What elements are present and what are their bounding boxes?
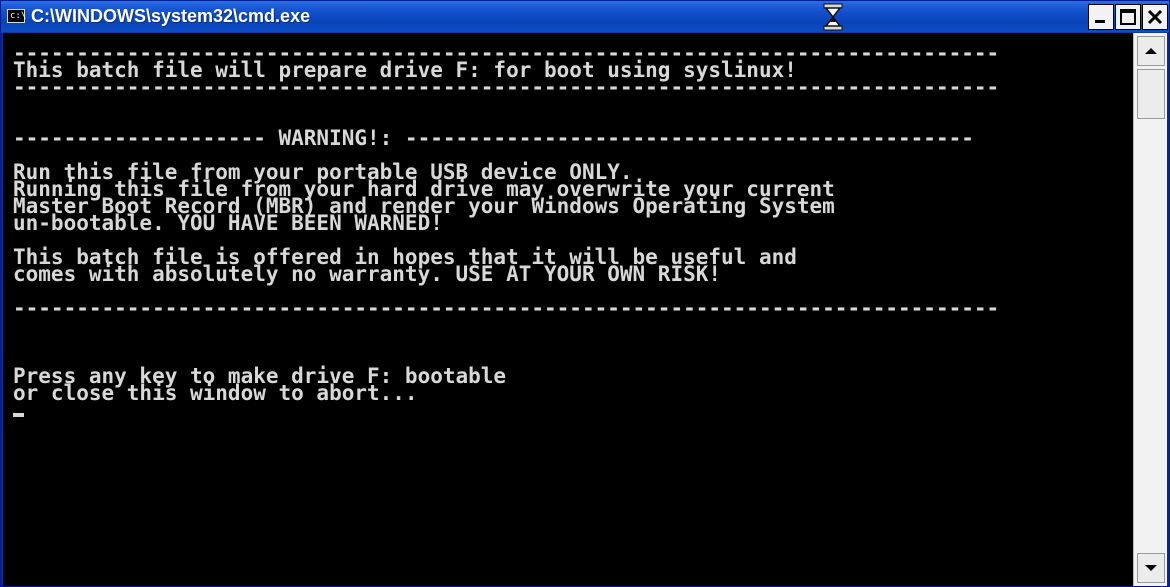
- maximize-icon: [1120, 9, 1136, 25]
- scroll-up-button[interactable]: [1137, 36, 1165, 66]
- title-bar[interactable]: c:\ C:\WINDOWS\system32\cmd.exe: [1, 1, 1169, 33]
- cmd-icon-glyph: c:\: [10, 11, 27, 21]
- console-line: -------------------- WARNING!: ---------…: [13, 126, 974, 150]
- window-title: C:\WINDOWS\system32\cmd.exe: [31, 6, 311, 26]
- vertical-scrollbar[interactable]: [1133, 33, 1167, 586]
- cmd-icon[interactable]: c:\: [7, 9, 27, 23]
- console-line: ----------------------------------------…: [13, 296, 1000, 320]
- close-button[interactable]: [1142, 4, 1168, 30]
- window-controls: [1088, 4, 1168, 30]
- minimize-icon: [1095, 20, 1105, 23]
- text-cursor: [13, 413, 24, 417]
- maximize-button[interactable]: [1115, 4, 1141, 30]
- scroll-up-icon: [1145, 48, 1157, 54]
- scroll-down-button[interactable]: [1137, 553, 1165, 583]
- cmd-window: c:\ C:\WINDOWS\system32\cmd.exe --------…: [0, 0, 1170, 587]
- console-client-area: ----------------------------------------…: [3, 33, 1167, 586]
- console-output[interactable]: ----------------------------------------…: [3, 33, 1133, 586]
- console-line: or close this window to abort...: [13, 381, 418, 405]
- minimize-button[interactable]: [1088, 4, 1114, 30]
- scroll-down-icon: [1145, 565, 1157, 571]
- console-line: comes with absolutely no warranty. USE A…: [13, 262, 722, 286]
- console-line: ----------------------------------------…: [13, 75, 1000, 99]
- hourglass-icon: [823, 3, 843, 31]
- close-icon: [1147, 9, 1163, 25]
- scroll-thumb[interactable]: [1137, 69, 1165, 119]
